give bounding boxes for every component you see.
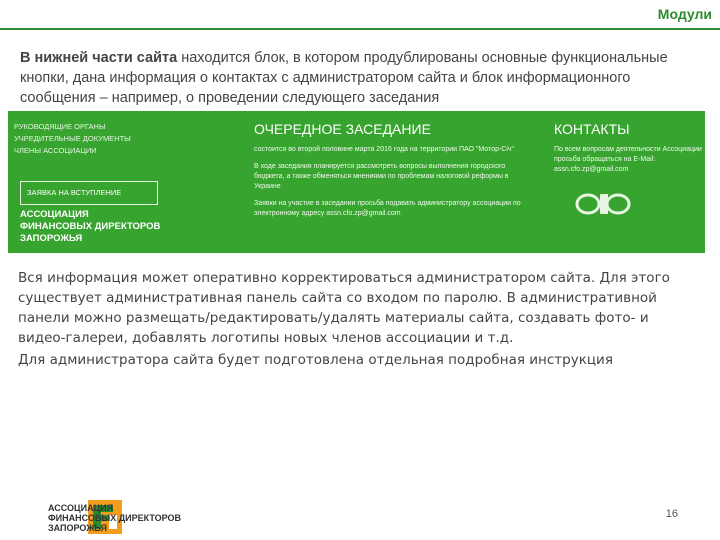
association-logo-icon [575,193,631,215]
logo-text-line: АССОЦИАЦИЯ [48,503,114,513]
description-paragraph: Вся информация может оперативно корректи… [18,270,670,346]
contacts-text: По всем вопросам деятельности Ассоциации… [554,146,702,173]
footer-association-name: Ассоциация финансовых директоров Запорож… [20,209,220,245]
intro-paragraph: В нижней части сайта находится блок, в к… [20,48,700,108]
footer-block-screenshot: Руководящие органы Учредительные докумен… [8,111,705,253]
association-name-line2: финансовых директоров Запорожья [20,221,161,244]
logo-text-line: ФИНАНСОВЫХ ДИРЕКТОРОВ [48,513,182,523]
bottom-logo-text: АССОЦИАЦИЯ ФИНАНСОВЫХ ДИРЕКТОРОВ ЗАПОРОЖ… [48,503,181,533]
footer-menu-item[interactable]: Руководящие органы [14,121,234,133]
meeting-heading: Очередное заседание [254,121,431,137]
footer-menu-item[interactable]: Учредительные документы [14,133,234,145]
footer-menu-item[interactable]: Члены ассоциации [14,145,234,157]
page-number: 16 [665,508,678,520]
meeting-text: В ходе заседания планируется рассмотреть… [254,163,509,190]
slide-title: Модули [657,6,712,22]
contacts-heading: Контакты [554,121,630,137]
description-text: Вся информация может оперативно корректи… [18,268,698,372]
description-paragraph: Для администратора сайта будет подготовл… [18,352,613,368]
contacts-column: Контакты По всем вопросам деятельности А… [554,111,702,175]
association-name-line1: Ассоциация [20,209,89,220]
intro-bold-lead: В нижней части сайта [20,50,178,66]
meeting-text: состоится во второй половине марта 2016 … [254,146,515,153]
slide-header-line [0,28,720,30]
footer-nav-column: Руководящие органы Учредительные докумен… [14,111,234,244]
meeting-column: Очередное заседание состоится во второй … [254,111,534,226]
logo-text-line: ЗАПОРОЖЬЯ [48,523,107,533]
join-request-button[interactable]: Заявка на вступление [20,181,158,205]
footer-menu: Руководящие органы Учредительные докумен… [14,121,234,157]
meeting-text: Заявки на участие в заседании просьба по… [254,200,521,217]
